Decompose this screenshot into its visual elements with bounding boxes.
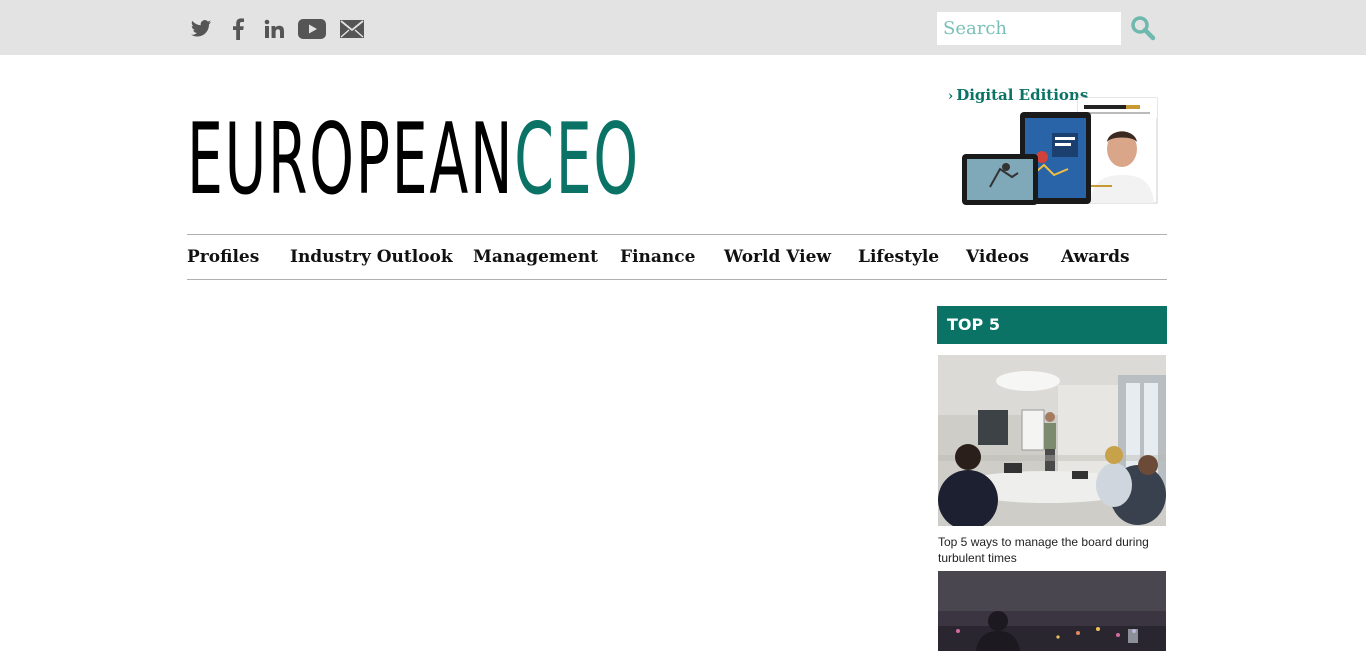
nav-item-videos[interactable]: Videos [966,247,1029,267]
chevron-right-icon: › [948,89,954,104]
logo-text-european: EUROPEAN [187,103,515,217]
social-links [190,18,378,44]
top-bar [0,0,1366,55]
nav-item-finance[interactable]: Finance [620,247,695,267]
nav-item-awards[interactable]: Awards [1061,247,1130,267]
main-nav: Profiles Industry Outlook Management Fin… [187,234,1167,280]
search-icon[interactable] [1130,15,1156,41]
nav-item-world-view[interactable]: World View [724,247,831,267]
nav-item-lifestyle[interactable]: Lifestyle [858,247,939,267]
nav-item-profiles[interactable]: Profiles [187,247,259,267]
linkedin-icon[interactable] [264,19,284,43]
article-thumbnail[interactable] [938,571,1166,651]
facebook-icon[interactable] [232,18,244,44]
article-thumbnail[interactable] [938,355,1166,526]
twitter-icon[interactable] [190,19,212,43]
article-caption[interactable]: Top 5 ways to manage the board during tu… [938,534,1166,566]
search-input[interactable] [937,12,1121,45]
youtube-icon[interactable] [298,19,326,43]
site-logo[interactable]: EUROPEANCEO [187,110,640,210]
digital-editions-image[interactable] [960,97,1160,207]
nav-item-management[interactable]: Management [473,247,598,267]
nav-item-industry-outlook[interactable]: Industry Outlook [290,247,453,267]
email-icon[interactable] [340,20,364,42]
logo-text-ceo: CEO [514,103,640,217]
top5-heading: TOP 5 [937,306,1167,344]
